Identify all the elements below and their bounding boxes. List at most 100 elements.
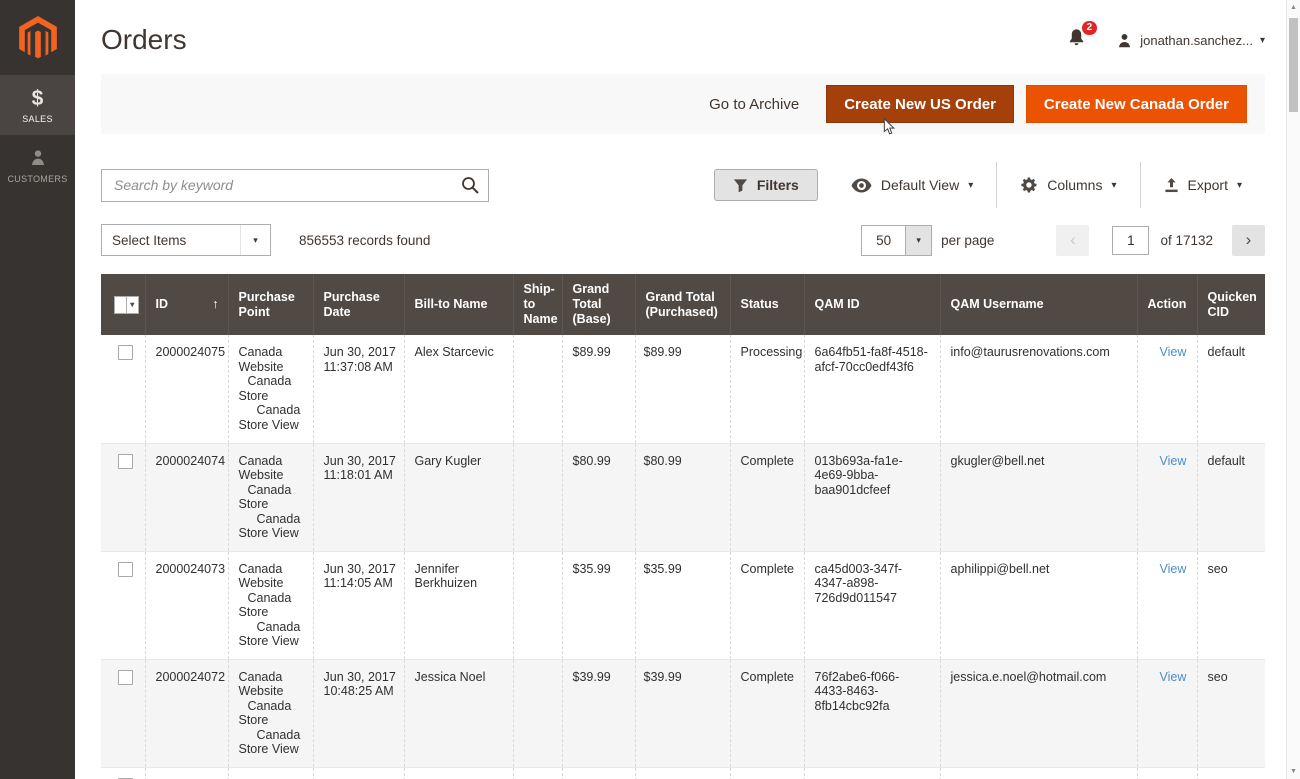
cell-value: aphilippi@bell.net	[951, 562, 1050, 576]
select-all-control[interactable]: ▾	[114, 296, 139, 314]
column-header-grand-total-base[interactable]: Grand Total (Base)	[562, 274, 635, 335]
view-selector[interactable]: Default View ▾	[828, 177, 996, 193]
scrollbar[interactable]: ▲ ▼	[1286, 0, 1300, 779]
row-checkbox[interactable]	[118, 562, 133, 577]
cell-value: $80.99	[644, 454, 682, 468]
store-hierarchy-line: Canada Store View	[239, 728, 303, 757]
column-header-label: Action	[1148, 297, 1187, 311]
total-pages-label: of 17132	[1160, 233, 1213, 248]
cell-select	[101, 551, 145, 659]
cell-bill-to-name: Jennifer Berkhuizen	[404, 551, 513, 659]
cell-id: 2000024075	[145, 335, 228, 443]
cell-select	[101, 659, 145, 767]
table-row: 2000024071CanadaJun 30, 2017Brandon Elli…	[101, 767, 1265, 779]
cell-purchase-date: Jun 30, 201710:48:25 AM	[313, 659, 404, 767]
view-order-link[interactable]: View	[1160, 345, 1187, 359]
column-header-purchase-date[interactable]: Purchase Date	[313, 274, 404, 335]
create-canada-order-button[interactable]: Create New Canada Order	[1026, 85, 1247, 123]
per-page-select[interactable]: 50 ▾	[861, 225, 932, 256]
column-header-status[interactable]: Status	[730, 274, 804, 335]
store-hierarchy-line: Canada Website	[239, 345, 303, 374]
notifications-button[interactable]: 2	[1067, 28, 1086, 52]
store-hierarchy-line: Canada Store	[239, 374, 303, 403]
filters-button[interactable]: Filters	[714, 169, 818, 201]
cell-id: 2000024072	[145, 659, 228, 767]
scrollbar-thumb[interactable]	[1289, 18, 1298, 112]
pagination-group: 50 ▾ per page ‹ of 17132 ›	[861, 225, 1265, 256]
cell-value: 2000024075	[156, 345, 226, 359]
columns-selector[interactable]: Columns ▾	[997, 176, 1139, 194]
column-header-id[interactable]: ↑ID	[145, 274, 228, 335]
scroll-down-arrow[interactable]: ▼	[1287, 768, 1300, 775]
column-header-ship-to-name[interactable]: Ship-to Name	[513, 274, 562, 335]
user-menu[interactable]: jonathan.sanchez... ▾	[1116, 32, 1265, 49]
table-row: 2000024075Canada WebsiteCanada StoreCana…	[101, 335, 1265, 443]
row-checkbox[interactable]	[118, 670, 133, 685]
column-header-action[interactable]: Action	[1137, 274, 1197, 335]
current-page-input[interactable]	[1112, 226, 1149, 255]
cell-value: info@taurusrenovations.com	[951, 345, 1110, 359]
export-button[interactable]: Export ▾	[1141, 177, 1266, 193]
cell-value: $89.99	[573, 345, 611, 359]
row-checkbox[interactable]	[118, 345, 133, 360]
cell-qam-id: ca45d003-347f-4347-a898-726d9d011547	[804, 551, 940, 659]
cell-value: 6a64fb51-fa8f-4518-afcf-70cc0edf43f6	[815, 345, 928, 374]
sidebar-item-sales[interactable]: $ SALES	[0, 75, 75, 135]
table-row: 2000024074Canada WebsiteCanada StoreCana…	[101, 443, 1265, 551]
column-header-label: QAM Username	[951, 297, 1044, 311]
chevron-down-icon: ▾	[240, 225, 270, 255]
previous-page-button[interactable]: ‹	[1056, 225, 1089, 256]
search-input[interactable]	[101, 169, 489, 202]
cell-purchase-date: Jun 30, 201711:37:08 AM	[313, 335, 404, 443]
table-row: 2000024072Canada WebsiteCanada StoreCana…	[101, 659, 1265, 767]
chevron-down-icon[interactable]: ▾	[127, 296, 138, 314]
chevron-down-icon: ▾	[1260, 35, 1265, 46]
column-header-quicken-cid[interactable]: Quicken CID	[1197, 274, 1265, 335]
cell-ship-to-name	[513, 551, 562, 659]
search-icon[interactable]	[460, 175, 480, 198]
admin-sidebar: $ SALES CUSTOMERS	[0, 0, 75, 779]
column-header-label: Purchase Date	[324, 290, 380, 319]
export-label: Export	[1188, 177, 1228, 193]
create-us-order-button[interactable]: Create New US Order	[826, 85, 1014, 123]
date-line: 11:14:05 AM	[324, 576, 400, 591]
column-header-qam-username[interactable]: QAM Username	[940, 274, 1137, 335]
magento-logo[interactable]	[0, 0, 75, 75]
cell-ship-to-name	[513, 335, 562, 443]
column-header-purchase-point[interactable]: Purchase Point	[228, 274, 313, 335]
cell-action: View	[1137, 335, 1197, 443]
cell-grand-total-base: $35.99	[562, 551, 635, 659]
column-header-label: Quicken CID	[1208, 290, 1257, 319]
cell-grand-total-base: $89.99	[562, 335, 635, 443]
cell-status: Complete	[730, 767, 804, 779]
select-all-checkbox[interactable]	[114, 296, 127, 314]
view-order-link[interactable]: View	[1160, 562, 1187, 576]
cell-ship-to-name	[513, 767, 562, 779]
mass-action-select[interactable]: Select Items ▾	[101, 224, 271, 256]
scroll-up-arrow[interactable]: ▲	[1287, 4, 1300, 11]
cell-value: Gary Kugler	[415, 454, 482, 468]
toolbar-row: Filters Default View ▾ Columns ▾ Export …	[101, 162, 1265, 208]
go-to-archive-link[interactable]: Go to Archive	[709, 96, 799, 113]
row-checkbox[interactable]	[118, 454, 133, 469]
sidebar-item-customers[interactable]: CUSTOMERS	[0, 135, 75, 195]
cell-grand-total-purchased: $80.99	[635, 443, 730, 551]
cell-id: 2000024073	[145, 551, 228, 659]
cell-status: Complete	[730, 659, 804, 767]
cell-value: $39.99	[644, 670, 682, 684]
cell-value: $35.99	[644, 562, 682, 576]
table-header-row: ▾ ↑IDPurchase Point Purchase Date Bill-to N…	[101, 274, 1265, 335]
column-header-qam-id[interactable]: QAM ID	[804, 274, 940, 335]
cell-value: Complete	[741, 670, 795, 684]
chevron-down-icon: ▾	[1111, 180, 1116, 191]
next-page-button[interactable]: ›	[1232, 225, 1265, 256]
mass-action-group: Select Items ▾ 856553 records found	[101, 224, 430, 256]
column-header-bill-to-name[interactable]: Bill-to Name	[404, 274, 513, 335]
view-order-link[interactable]: View	[1160, 454, 1187, 468]
sales-dollar-icon: $	[2, 88, 73, 110]
column-header-grand-total-purchased[interactable]: Grand Total (Purchased)	[635, 274, 730, 335]
cell-qam-id: 013b693a-fa1e-4e69-9bba-baa901dcfeef	[804, 443, 940, 551]
column-header-label: Ship-to Name	[524, 282, 558, 326]
cell-value: $35.99	[573, 562, 611, 576]
view-order-link[interactable]: View	[1160, 670, 1187, 684]
